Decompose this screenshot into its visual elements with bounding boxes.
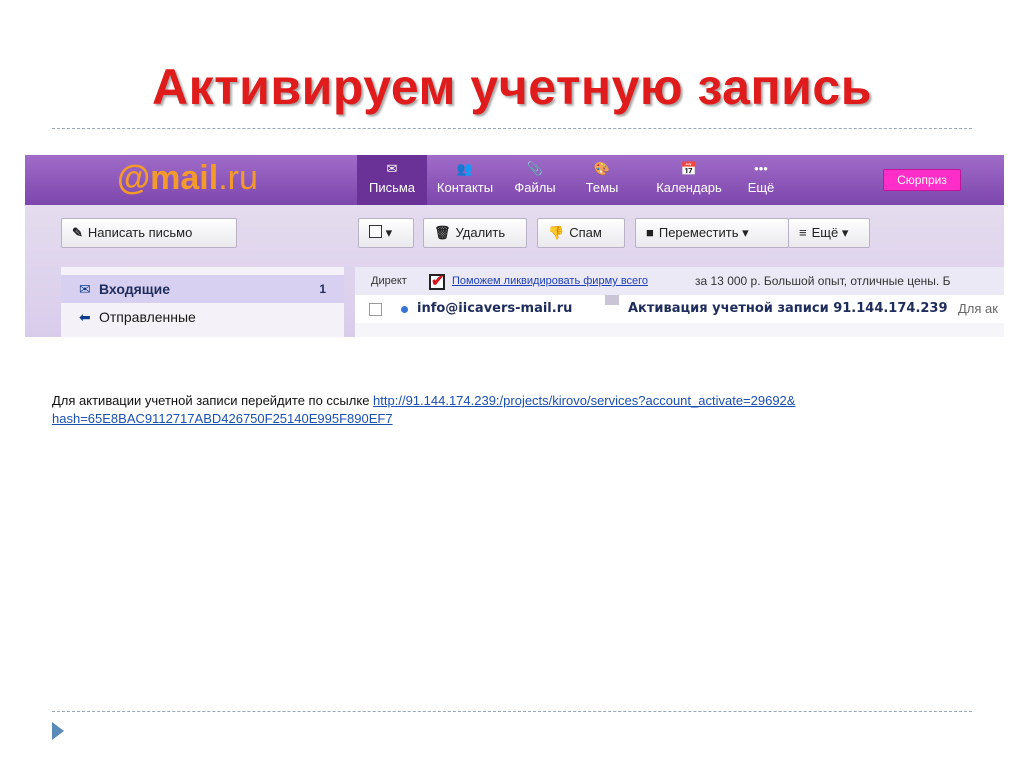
- ad-check-icon: [429, 268, 445, 295]
- activation-link-line1: http://91.144.174.239:/projects/kirovo/s…: [373, 393, 796, 408]
- direct-label: Директ: [371, 275, 407, 287]
- direct-ad-row[interactable]: Директ Поможем ликвидировать фирму всего…: [355, 267, 1004, 295]
- mail-header: @mail.ru ✉ Письма 👥 Контакты 📎 Файлы 🎨 Т…: [25, 155, 1004, 205]
- envelope-icon: ✉: [386, 161, 398, 176]
- delete-button[interactable]: 🗑 Удалить: [423, 218, 527, 248]
- nav-files-label: Файлы: [514, 180, 556, 195]
- chevron-down-icon: ▾: [385, 225, 393, 240]
- more-dots-icon: •••: [754, 161, 768, 176]
- email-body-text: Для активации учетной записи перейдите п…: [52, 392, 952, 428]
- message-sender: info@iicavers-mail.ru: [417, 301, 573, 316]
- activation-link-line2: hash=65E8BAC9112717ABD426750F25140E995F8…: [52, 411, 393, 426]
- ad-link[interactable]: Поможем ликвидировать фирму всего: [452, 267, 648, 295]
- top-divider: [52, 128, 972, 129]
- unread-dot-icon[interactable]: [401, 306, 408, 313]
- nav-calendar[interactable]: 📅 Календарь: [645, 161, 733, 201]
- move-label: Переместить: [658, 225, 739, 240]
- message-snippet: Для ак: [958, 301, 998, 316]
- message-row[interactable]: info@iicavers-mail.ru Активация учетной …: [355, 295, 1004, 323]
- surprise-button[interactable]: Сюрприз: [883, 169, 961, 191]
- bullet-triangle-icon: [52, 722, 64, 740]
- bottom-divider: [52, 711, 972, 712]
- nav-more[interactable]: ••• Ещё: [739, 161, 783, 201]
- spam-label: Спам: [569, 225, 602, 240]
- compose-button[interactable]: ✎ Написать письмо: [61, 218, 237, 248]
- logo-ru: .ru: [218, 159, 258, 197]
- palette-icon: 🎨: [593, 161, 611, 176]
- message-checkbox[interactable]: [369, 303, 382, 316]
- folder-icon: ■: [646, 225, 654, 240]
- logo-mail: mail: [150, 159, 219, 197]
- message-list: Директ Поможем ликвидировать фирму всего…: [355, 267, 1004, 337]
- folder-sidebar: ✉ Входящие 1 ⬅ Отправленные: [61, 267, 344, 337]
- mail-body: ✎ Написать письмо ▾ 🗑 Удалить 👎 Спам ■ Перем…: [25, 205, 1004, 337]
- folder-sent-label: Отправленные: [99, 309, 196, 325]
- select-all-dropdown[interactable]: ▾: [358, 218, 414, 248]
- compose-label: Написать письмо: [87, 225, 193, 240]
- nav-themes[interactable]: 🎨 Темы: [571, 161, 633, 201]
- chevron-down-icon: ▾: [841, 225, 849, 240]
- reply-arrow-icon: ⬅: [79, 309, 91, 325]
- activation-text: Для активации учетной записи перейдите п…: [52, 393, 374, 408]
- nav-files[interactable]: 📎 Файлы: [503, 161, 567, 201]
- ad-text: за 13 000 р. Большой опыт, отличные цены…: [695, 274, 951, 288]
- more-button[interactable]: ≡ Ещё ▾: [788, 218, 870, 248]
- select-all-checkbox[interactable]: [369, 225, 382, 238]
- nav-calendar-label: Календарь: [656, 180, 722, 195]
- nav-letters-label: Письма: [368, 180, 416, 195]
- inbox-unread-count: 1: [319, 282, 326, 296]
- mailru-logo[interactable]: @mail.ru: [117, 159, 258, 198]
- menu-lines-icon: ≡: [799, 225, 807, 240]
- flag-icon[interactable]: [605, 295, 619, 305]
- logo-at: @: [117, 159, 151, 197]
- slide-title: Активируем учетную запись: [152, 59, 872, 115]
- spam-button[interactable]: 👎 Спам: [537, 218, 625, 248]
- nav-contacts-label: Контакты: [436, 180, 494, 195]
- folder-sent[interactable]: ⬅ Отправленные: [61, 303, 344, 331]
- nav-contacts[interactable]: 👥 Контакты: [427, 161, 503, 201]
- message-subject: Активация учетной записи 91.144.174.239: [628, 301, 948, 316]
- chevron-down-icon: ▾: [742, 225, 749, 240]
- thumbs-down-icon: 👎: [548, 225, 565, 240]
- move-button[interactable]: ■ Переместить ▾: [635, 218, 789, 248]
- envelope-icon: ✉: [79, 281, 91, 297]
- folder-inbox-label: Входящие: [99, 281, 170, 297]
- paperclip-icon: 📎: [526, 161, 544, 176]
- nav-letters[interactable]: ✉ Письма: [357, 155, 427, 205]
- nav-more-label: Ещё: [747, 180, 775, 195]
- more-label: Ещё: [811, 225, 839, 240]
- compose-icon: ✎: [72, 225, 83, 240]
- trash-icon: 🗑: [434, 225, 451, 240]
- calendar-icon: 📅: [680, 161, 698, 176]
- contacts-icon: 👥: [456, 161, 474, 176]
- folder-inbox[interactable]: ✉ Входящие 1: [61, 275, 344, 303]
- delete-label: Удалить: [455, 225, 506, 240]
- nav-themes-label: Темы: [585, 180, 619, 195]
- mail-screenshot: @mail.ru ✉ Письма 👥 Контакты 📎 Файлы 🎨 Т…: [25, 155, 1004, 337]
